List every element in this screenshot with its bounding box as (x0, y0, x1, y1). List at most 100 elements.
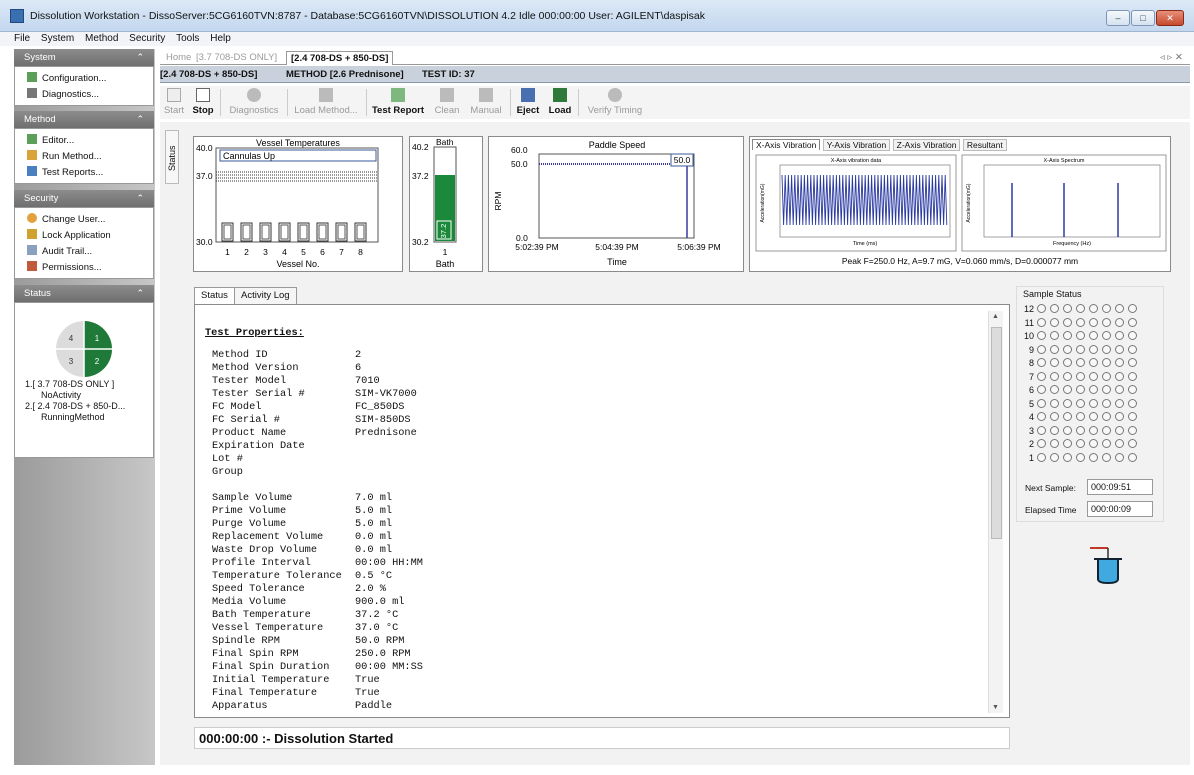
property-row: Final Spin Duration 00:00 MM:SS (205, 661, 981, 674)
scroll-thumb[interactable] (991, 327, 1002, 539)
tab-x-axis-vibration[interactable]: X-Axis Vibration (752, 139, 821, 150)
status-side-tab[interactable]: Status (165, 130, 179, 184)
property-row: Final Spin RPM 250.0 RPM (205, 648, 981, 661)
stop-button[interactable]: Stop (190, 86, 216, 119)
menu-tools[interactable]: Tools (172, 32, 203, 46)
title-bar: Dissolution Workstation - DissoServer:5C… (0, 0, 1194, 32)
sample-indicator (1128, 412, 1137, 421)
property-row: Media Volume 900.0 ml (205, 596, 981, 609)
maximize-button[interactable]: □ (1131, 10, 1155, 26)
sample-indicator (1115, 439, 1124, 448)
sample-row-number: 5 (1028, 398, 1034, 409)
start-button[interactable]: Start (162, 86, 186, 119)
tab-nav-controls[interactable]: ◃ ▹ ✕ (1160, 51, 1183, 65)
diagnostics-button[interactable]: Diagnostics (224, 86, 284, 119)
sample-indicator (1076, 371, 1085, 381)
sample-indicator (1050, 452, 1059, 462)
property-value: SIM-850DS (355, 414, 411, 426)
sample-indicator (1128, 331, 1137, 340)
sample-indicator (1076, 317, 1085, 327)
load-button[interactable]: Load (546, 86, 574, 119)
sample-indicator (1102, 371, 1111, 381)
property-value: True (355, 674, 380, 686)
property-row (205, 479, 981, 492)
property-row: Bath Temperature 37.2 °C (205, 609, 981, 622)
bath-xlabel: Bath (436, 259, 455, 269)
nav-test-reports[interactable]: Test Reports... (15, 165, 153, 181)
test-id: TEST ID: 37 (422, 69, 475, 80)
property-value: Prednisone (355, 427, 417, 439)
run-2-name[interactable]: 2.[ 2.4 708-DS + 850-D... (25, 401, 125, 412)
sample-indicator (1089, 317, 1098, 327)
vertical-scrollbar[interactable]: ▲ ▼ (988, 311, 1003, 713)
property-value: 250.0 RPM (355, 648, 411, 660)
menu-file[interactable]: File (0, 32, 34, 46)
pie-label-2: 2 (95, 357, 100, 366)
group-header-system[interactable]: System ⌃ (14, 49, 154, 66)
menu-method[interactable]: Method (81, 32, 122, 46)
tab-z-axis-vibration[interactable]: Z-Axis Vibration (892, 139, 961, 151)
sample-row: 3 (1023, 425, 1141, 439)
group-header-security[interactable]: Security ⌃ (14, 190, 154, 207)
property-name: Final Spin RPM (212, 648, 299, 660)
nav-lock-application[interactable]: Lock Application (15, 228, 153, 244)
sample-indicator (1063, 412, 1072, 421)
start-icon (167, 88, 181, 102)
menu-security[interactable]: Security (125, 32, 169, 46)
scroll-down-icon[interactable]: ▼ (992, 704, 999, 711)
nav-editor[interactable]: Editor... (15, 133, 153, 149)
minimize-button[interactable]: – (1106, 10, 1130, 26)
group-header-method[interactable]: Method ⌃ (14, 111, 154, 128)
verify-timing-button[interactable]: Verify Timing (582, 86, 648, 119)
sample-indicator (1037, 344, 1046, 354)
group-header-status[interactable]: Status ⌃ (14, 285, 154, 302)
permissions-icon (27, 261, 37, 271)
scroll-up-icon[interactable]: ▲ (992, 313, 999, 320)
tab-2-4-708-ds-850-ds[interactable]: [2.4 708-DS + 850-DS] (286, 51, 394, 65)
menu-help[interactable]: Help (206, 32, 235, 46)
sample-row-number: 12 (1023, 304, 1034, 314)
elapsed-time-label: Elapsed Time (1025, 505, 1077, 515)
nav-run-method[interactable]: Run Method... (15, 149, 153, 165)
tab-activity-log[interactable]: Activity Log (234, 287, 297, 304)
menu-bar: File System Method Security Tools Help (0, 32, 1194, 46)
sample-indicator (1037, 439, 1046, 448)
property-value: 0.0 ml (355, 531, 393, 543)
sample-indicator (1089, 398, 1098, 408)
sample-indicator (1128, 439, 1137, 448)
tab-3-7-708-ds-only[interactable]: [3.7 708-DS ONLY] (196, 51, 277, 65)
property-value: 0.5 °C (355, 570, 393, 582)
nav-permissions[interactable]: Permissions... (15, 260, 153, 276)
collapse-icon: ⌃ (136, 52, 144, 62)
test-reports-icon (27, 166, 37, 176)
elapsed-time-value: 000:00:09 (1087, 501, 1153, 517)
property-row: Apparatus Paddle (205, 700, 981, 713)
nav-diagnostics[interactable]: Diagnostics... (15, 87, 153, 103)
test-report-button[interactable]: Test Report (370, 86, 426, 119)
bath-chart: 40.2 37.2 30.2 Bath 37.2 1 Bath (412, 137, 457, 269)
sample-indicator (1089, 358, 1098, 367)
load-method-button[interactable]: Load Method... (290, 86, 362, 119)
tab-home[interactable]: Home (166, 51, 191, 65)
nav-configuration[interactable]: Configuration... (15, 71, 153, 87)
close-button[interactable]: ✕ (1156, 10, 1184, 26)
diagnostics-icon (247, 88, 261, 102)
tab-y-axis-vibration[interactable]: Y-Axis Vibration (822, 139, 891, 151)
sample-indicator (1050, 385, 1059, 394)
nav-change-user[interactable]: Change User... (15, 212, 153, 228)
property-row: Method ID 2 (205, 349, 981, 362)
sample-indicator (1128, 371, 1137, 381)
property-value: 2 (355, 349, 362, 361)
eject-button[interactable]: Eject (514, 86, 542, 119)
menu-system[interactable]: System (37, 32, 78, 46)
property-value: 0.0 ml (355, 544, 393, 556)
clean-button[interactable]: Clean (432, 86, 462, 119)
navigation-pane: System ⌃ Configuration... Diagnostics... … (14, 49, 155, 765)
nav-audit-trail[interactable]: Audit Trail... (15, 244, 153, 260)
vibration-panel: X-Axis Vibration Y-Axis Vibration Z-Axis… (749, 136, 1171, 272)
tab-status[interactable]: Status (194, 287, 235, 304)
tab-resultant[interactable]: Resultant (962, 139, 1007, 151)
sample-indicator (1050, 304, 1059, 313)
manual-button[interactable]: Manual (466, 86, 506, 119)
run-1-name[interactable]: 1.[ 3.7 708-DS ONLY ] (25, 379, 125, 390)
